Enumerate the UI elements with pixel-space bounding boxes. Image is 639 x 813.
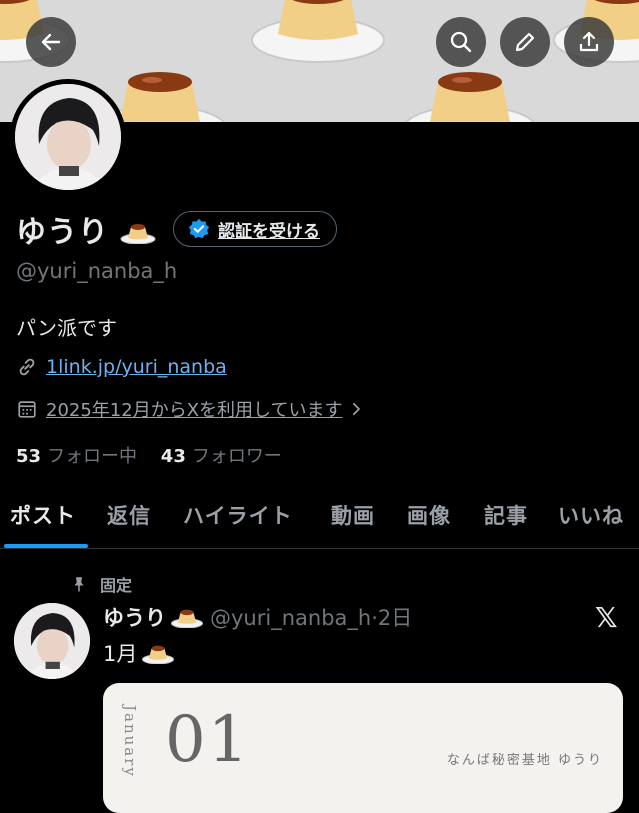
active-tab-indicator	[4, 544, 88, 548]
followers-label: フォロワー	[191, 446, 282, 467]
avatar-photo	[15, 84, 121, 190]
post-handle-time: @yuri_nanba_h·2日	[210, 606, 413, 630]
display-name-text: ゆうり	[16, 215, 109, 250]
following-link[interactable]: 53 フォロー中	[16, 446, 143, 467]
tab-videos[interactable]: 動画	[331, 500, 375, 530]
avatar-photo	[14, 603, 90, 679]
post-text-content: 1月	[103, 642, 138, 666]
tab-likes[interactable]: いいね	[558, 500, 624, 530]
pinned-indicator: 固定	[70, 572, 132, 596]
tab-posts[interactable]: ポスト	[10, 500, 76, 530]
joined-row[interactable]: 2025年12月からXを利用しています	[16, 396, 365, 422]
pinned-label: 固定	[100, 576, 133, 595]
profile-bio: パン派です	[16, 316, 117, 340]
card-number: 01	[165, 703, 251, 777]
chevron-right-icon	[352, 402, 360, 416]
display-name: ゆうり	[16, 207, 156, 251]
x-logo-icon: 𝕏	[595, 601, 618, 634]
edit-button[interactable]	[500, 17, 550, 67]
profile-tabs: ポスト 返信 ハイライト 動画 画像 記事 いいね	[0, 496, 639, 549]
get-verified-label: 認証を受ける	[218, 221, 320, 242]
post-text: 1月	[103, 638, 175, 668]
post-media-card[interactable]: January 01 なんば秘密基地 ゆうり	[103, 683, 623, 813]
following-label: フォロー中	[47, 446, 138, 467]
link-icon	[19, 358, 35, 376]
post-author-avatar[interactable]	[14, 603, 90, 679]
tab-articles[interactable]: 記事	[484, 500, 528, 530]
joined-date-text: 2025年12月からXを利用しています	[46, 400, 343, 421]
followers-link[interactable]: 43 フォロワー	[161, 446, 282, 467]
search-icon	[450, 31, 472, 53]
follow-stats: 53 フォロー中 43 フォロワー	[16, 442, 282, 468]
tab-highlights[interactable]: ハイライト	[183, 500, 293, 530]
pudding-emoji-icon	[142, 645, 175, 664]
get-verified-button[interactable]: 認証を受ける	[173, 211, 337, 247]
pudding-emoji-icon	[170, 609, 204, 628]
card-month: January	[121, 705, 139, 778]
profile-avatar[interactable]	[10, 79, 126, 195]
followers-count: 43	[160, 446, 186, 467]
back-button[interactable]	[26, 17, 76, 67]
tab-media[interactable]: 画像	[407, 500, 451, 530]
pin-icon	[74, 577, 84, 592]
following-count: 53	[16, 446, 42, 467]
profile-link-row: 1link.jp/yuri_nanba	[16, 356, 227, 378]
post-header: ゆうり @yuri_nanba_h·2日	[103, 602, 412, 632]
arrow-left-icon	[41, 33, 61, 51]
post-author-name[interactable]: ゆうり	[103, 602, 166, 632]
share-icon	[579, 31, 599, 52]
verified-badge-icon	[188, 218, 210, 239]
card-brand: なんば秘密基地 ゆうり	[446, 753, 603, 768]
profile-handle: @yuri_nanba_h	[16, 259, 178, 283]
tab-replies[interactable]: 返信	[107, 500, 151, 530]
profile-website-link[interactable]: 1link.jp/yuri_nanba	[46, 356, 227, 378]
search-button[interactable]	[436, 17, 486, 67]
share-button[interactable]	[564, 17, 614, 67]
calendar-icon	[18, 401, 36, 418]
pencil-icon	[515, 32, 535, 52]
pudding-emoji-icon	[120, 224, 156, 245]
